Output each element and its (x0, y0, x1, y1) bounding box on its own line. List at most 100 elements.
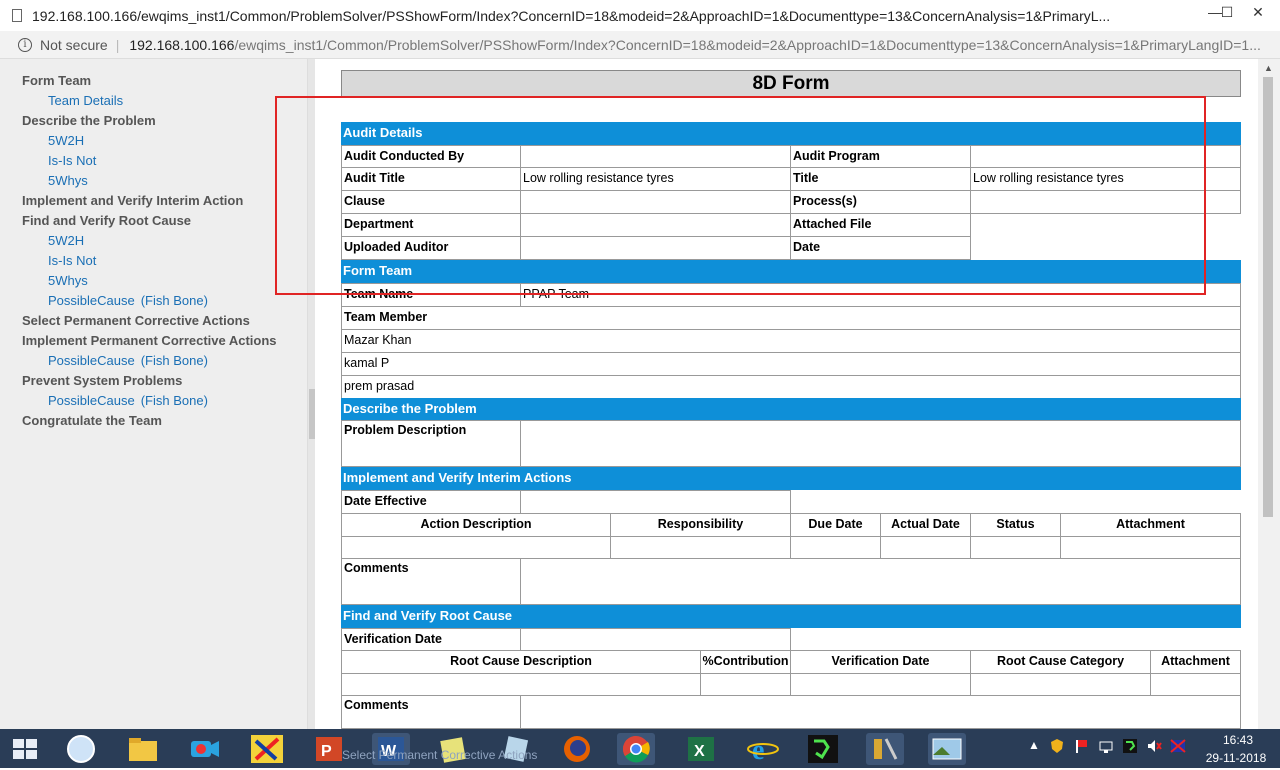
sidebar-item-form-team[interactable]: Form Team (22, 73, 91, 88)
sidebar-item-implement-and-verify-interim-action[interactable]: Implement and Verify Interim Action (22, 193, 243, 208)
sidebar-item-suffix[interactable]: (Fish Bone) (141, 393, 208, 408)
col-contribution: %Contribution (700, 650, 791, 674)
clause-value (520, 190, 791, 214)
file-explorer-icon[interactable] (124, 733, 162, 765)
problem-description-label: Problem Description (341, 420, 521, 467)
interim-actions-header: Implement and Verify Interim Actions (341, 467, 1241, 490)
scroll-up-icon[interactable]: ▲ (1264, 63, 1273, 73)
page-scroll-thumb[interactable] (1263, 77, 1273, 517)
sidebar-item-suffix[interactable]: (Fish Bone) (141, 353, 208, 368)
tray-volume-icon[interactable] (1146, 738, 1162, 757)
uploaded-auditor-value (520, 236, 791, 260)
chrome-icon[interactable] (617, 733, 655, 765)
sidebar-item-possiblecause[interactable]: PossibleCause (Fish Bone) (48, 353, 208, 368)
internet-explorer-icon[interactable]: e (744, 733, 782, 766)
url-host: 192.168.100.166 (129, 36, 235, 53)
sidebar-item-possiblecause[interactable]: PossibleCause (Fish Bone) (48, 393, 208, 408)
col-responsibility: Responsibility (610, 513, 791, 537)
game-icon[interactable] (804, 733, 842, 765)
clock-date[interactable]: 29-11-2018 (1203, 751, 1269, 765)
sidebar-item-congratulate-the-team[interactable]: Congratulate the Team (22, 413, 162, 428)
taskbar-ghost-text: Select Permanent Corrective Actions (342, 748, 538, 762)
sidebar-item-label: Select Permanent Corrective Actions (22, 313, 250, 328)
url-text[interactable]: 192.168.100.166/ewqims_inst1/Common/Prob… (129, 37, 1269, 53)
tray-language-icon[interactable] (1170, 738, 1186, 757)
close-button[interactable]: ✕ (1236, 0, 1280, 28)
photos-icon[interactable] (928, 733, 966, 765)
sidebar-item-5w2h[interactable]: 5W2H (48, 233, 84, 248)
start-button[interactable] (6, 733, 44, 765)
sidebar-item-select-permanent-corrective-actions[interactable]: Select Permanent Corrective Actions (22, 313, 250, 328)
root-row-cell (790, 673, 971, 696)
app-icon[interactable] (248, 733, 286, 765)
tray-app-icon[interactable] (1122, 738, 1138, 757)
sidebar-item-5w2h[interactable]: 5W2H (48, 133, 84, 148)
sidebar-item-label: Implement and Verify Interim Action (22, 193, 244, 208)
excel-icon[interactable]: X (682, 733, 720, 765)
col-attachment: Attachment (1060, 513, 1241, 537)
sidebar-item-team-details[interactable]: Team Details (48, 93, 123, 108)
interim-row-cell (1060, 536, 1241, 559)
url-path: /ewqims_inst1/Common/ProblemSolver/PSSho… (234, 36, 1261, 53)
sidebar-item-label: 5Whys (48, 273, 88, 288)
col-actual-date: Actual Date (880, 513, 971, 537)
clause-label: Clause (341, 190, 521, 214)
sidebar-item-label: Team Details (48, 93, 124, 108)
department-value (520, 213, 791, 237)
sidebar-item-implement-permanent-corrective-actions[interactable]: Implement Permanent Corrective Actions (22, 333, 277, 348)
tray-shield-icon[interactable] (1050, 738, 1064, 757)
team-member-label: Team Member (341, 306, 1241, 330)
sidebar-item-label: Find and Verify Root Cause (22, 213, 192, 228)
sidebar-item-is-is-not[interactable]: Is-Is Not (48, 253, 96, 268)
tray-network-icon[interactable] (1098, 738, 1114, 757)
interim-comments-value (520, 558, 1241, 605)
date-effective-value (520, 490, 791, 514)
process-value (970, 190, 1241, 214)
sidebar-item-label: Prevent System Problems (22, 373, 183, 388)
sidebar-item-prevent-system-problems[interactable]: Prevent System Problems (22, 373, 182, 388)
clock-time[interactable]: 16:43 (1218, 733, 1258, 747)
form-team-header: Form Team (341, 260, 1241, 283)
svg-text:e: e (752, 735, 764, 765)
video-call-icon[interactable] (186, 733, 224, 765)
sidebar-item-suffix[interactable]: (Fish Bone) (141, 293, 208, 308)
sidebar-item-is-is-not[interactable]: Is-Is Not (48, 153, 96, 168)
sidebar-scrollbar[interactable] (307, 59, 315, 729)
sidebar-item-label: PossibleCause (48, 293, 135, 308)
sidebar-item-label: PossibleCause (48, 393, 135, 408)
address-bar[interactable]: i Not secure | 192.168.100.166/ewqims_in… (0, 31, 1280, 59)
describe-problem-header: Describe the Problem (341, 398, 1241, 421)
safari-icon[interactable] (62, 733, 100, 765)
col-verification-date: Verification Date (790, 650, 971, 674)
team-member-row: kamal P (341, 352, 1241, 376)
col-action-description: Action Description (341, 513, 611, 537)
root-row-cell (970, 673, 1151, 696)
sidebar-item-find-and-verify-root-cause[interactable]: Find and Verify Root Cause (22, 213, 191, 228)
sidebar-item-label: 5Whys (48, 173, 88, 188)
sidebar-item-label: Implement Permanent Corrective Actions (22, 333, 277, 348)
address-separator: | (115, 36, 120, 53)
title-value: Low rolling resistance tyres (970, 167, 1241, 191)
audit-title-value: Low rolling resistance tyres (520, 167, 791, 191)
info-icon[interactable]: i (18, 37, 32, 52)
sidebar-item-label: 5W2H (48, 133, 85, 148)
sidebar-item-label: Is-Is Not (48, 253, 97, 268)
department-label: Department (341, 213, 521, 237)
firefox-icon[interactable] (558, 733, 596, 765)
interim-row-cell (610, 536, 791, 559)
not-secure-label[interactable]: Not secure (40, 37, 108, 53)
svg-text:P: P (321, 743, 332, 760)
tools-icon[interactable] (866, 733, 904, 765)
audit-details-header: Audit Details (341, 122, 1241, 145)
col-status: Status (970, 513, 1061, 537)
sidebar-item-label: Congratulate the Team (22, 413, 162, 428)
sidebar-item-5whys[interactable]: 5Whys (48, 273, 88, 288)
interim-row-cell (880, 536, 971, 559)
sidebar-item-5whys[interactable]: 5Whys (48, 173, 88, 188)
tray-up-icon[interactable]: ▲ (1028, 738, 1040, 752)
sidebar-item-label: Is-Is Not (48, 153, 97, 168)
tray-flag-icon[interactable] (1074, 738, 1088, 757)
page-scrollbar[interactable]: ▲ (1258, 59, 1280, 729)
sidebar-item-describe-the-problem[interactable]: Describe the Problem (22, 113, 156, 128)
sidebar-item-possiblecause[interactable]: PossibleCause (Fish Bone) (48, 293, 208, 308)
